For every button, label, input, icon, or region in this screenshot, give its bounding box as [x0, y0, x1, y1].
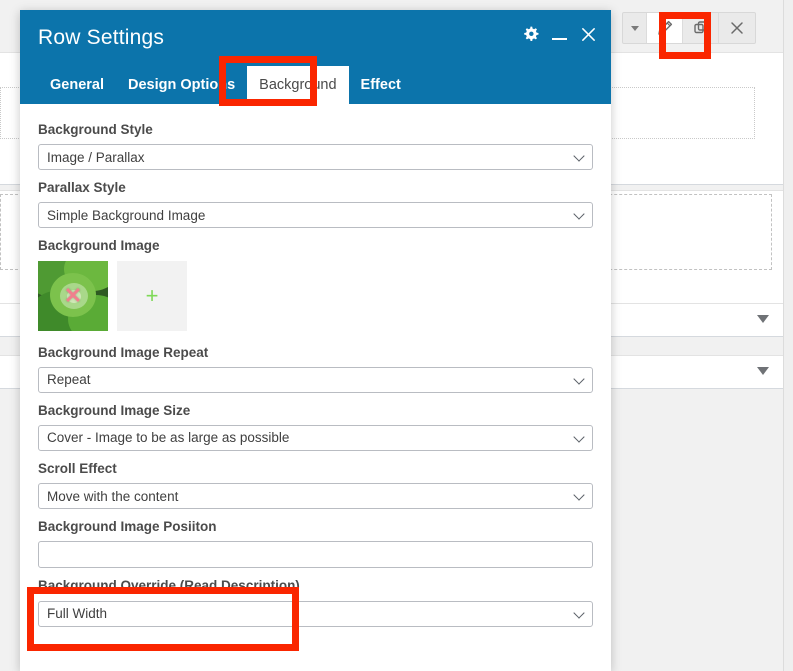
chevron-down-icon [573, 151, 584, 162]
row-dropdown-caret-icon[interactable] [623, 13, 647, 43]
background-image-position-label: Background Image Posiiton [38, 519, 593, 535]
minimize-icon[interactable] [552, 29, 567, 40]
plus-icon: + [146, 285, 159, 307]
tab-background[interactable]: Background [247, 66, 348, 104]
gear-icon[interactable] [522, 26, 539, 43]
background-image-label: Background Image [38, 238, 593, 254]
background-override-select[interactable]: Full Width [38, 601, 593, 627]
row-settings-modal: Row Settings General [20, 10, 611, 671]
tab-general[interactable]: General [38, 66, 116, 104]
scroll-effect-label: Scroll Effect [38, 461, 593, 477]
field-background-image: Background Image ✕ + [38, 238, 593, 330]
scroll-effect-select[interactable]: Move with the content [38, 483, 593, 509]
row-3-caret-icon[interactable] [757, 315, 769, 323]
row-toolbar[interactable] [622, 12, 756, 44]
background-style-value: Image / Parallax [47, 150, 145, 165]
background-image-thumbnail[interactable]: ✕ [38, 261, 108, 331]
parallax-style-value: Simple Background Image [47, 208, 205, 223]
background-image-repeat-value: Repeat [47, 372, 91, 387]
row-4-caret-icon[interactable] [757, 367, 769, 375]
field-background-style: Background Style Image / Parallax [38, 122, 593, 170]
close-icon[interactable] [580, 26, 597, 43]
page-title: Row Settings [38, 26, 164, 50]
scroll-effect-value: Move with the content [47, 489, 178, 504]
add-image-button[interactable]: + [117, 261, 187, 331]
chevron-down-icon [573, 431, 584, 442]
field-parallax-style: Parallax Style Simple Background Image [38, 180, 593, 228]
background-image-size-value: Cover - Image to be as large as possible [47, 430, 289, 445]
right-gutter [783, 0, 793, 671]
remove-image-icon[interactable]: ✕ [64, 285, 82, 307]
background-image-repeat-select[interactable]: Repeat [38, 367, 593, 393]
modal-header: Row Settings General [20, 10, 611, 104]
edit-pencil-button[interactable] [647, 13, 683, 43]
field-background-image-repeat: Background Image Repeat Repeat [38, 345, 593, 393]
modal-body: Background Style Image / Parallax Parall… [20, 104, 611, 671]
background-image-size-label: Background Image Size [38, 403, 593, 419]
modal-header-controls [522, 26, 597, 43]
background-image-repeat-label: Background Image Repeat [38, 345, 593, 361]
duplicate-icon[interactable] [683, 13, 719, 43]
tab-design-options[interactable]: Design Options [116, 66, 247, 104]
background-style-label: Background Style [38, 122, 593, 138]
background-image-gallery: ✕ + [38, 261, 593, 331]
field-background-image-size: Background Image Size Cover - Image to b… [38, 403, 593, 451]
parallax-style-label: Parallax Style [38, 180, 593, 196]
screen: Row Settings General [0, 0, 793, 671]
background-override-value: Full Width [47, 606, 107, 621]
field-scroll-effect: Scroll Effect Move with the content [38, 461, 593, 509]
background-style-select[interactable]: Image / Parallax [38, 144, 593, 170]
background-override-label: Background Override (Read Description) [38, 578, 593, 594]
chevron-down-icon [573, 209, 584, 220]
chevron-down-icon [573, 373, 584, 384]
chevron-down-icon [573, 607, 584, 618]
field-background-image-position: Background Image Posiiton [38, 519, 593, 568]
background-image-position-input[interactable] [38, 541, 593, 568]
tab-effect[interactable]: Effect [349, 66, 413, 104]
parallax-style-select[interactable]: Simple Background Image [38, 202, 593, 228]
background-image-size-select[interactable]: Cover - Image to be as large as possible [38, 425, 593, 451]
modal-tabs: General Design Options Background Effect [20, 60, 611, 104]
delete-icon[interactable] [719, 13, 755, 43]
chevron-down-icon [573, 489, 584, 500]
field-background-override: Background Override (Read Description) F… [38, 578, 593, 626]
